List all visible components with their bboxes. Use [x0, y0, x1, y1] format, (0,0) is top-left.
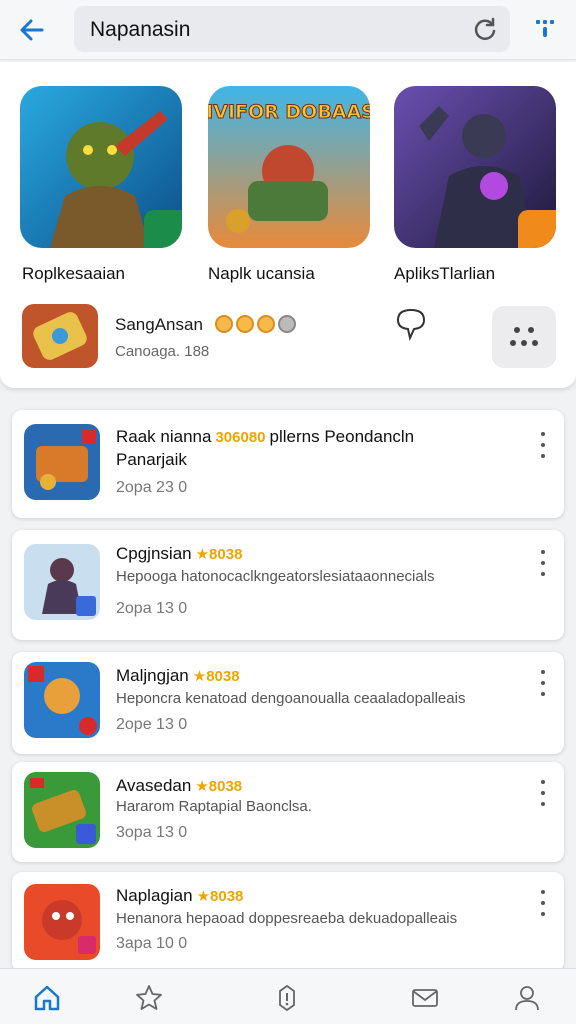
app-desc: Heponcra kenatoad dengoanoualla ceaalado…: [116, 690, 466, 707]
app-title: Maljngjan ★8038: [116, 666, 240, 686]
app-title: Raak nianna 306080 pllerns Peondancln: [116, 427, 414, 447]
featured-app-name-1[interactable]: Roplkesaaian: [22, 264, 125, 284]
star-icon[interactable]: [134, 983, 164, 1013]
app-desc: Henanora hepaoad doppesreaeba dekuadopal…: [116, 910, 458, 927]
more-vert-icon[interactable]: [536, 888, 550, 922]
notification-icon[interactable]: [272, 983, 302, 1013]
bottom-nav: [0, 968, 576, 1024]
app-meta: 2opa 13 0: [116, 600, 188, 617]
coin-badges: [215, 315, 296, 333]
shield-badge-icon: [144, 210, 182, 248]
app-desc: Hepooga hatonocaclkngeatorslesiataaonnec…: [116, 568, 435, 585]
more-dots-icon: [510, 327, 538, 346]
coin-icon: [278, 315, 296, 333]
app-title: Cpgjnsian ★8038: [116, 544, 242, 564]
game-art-icon: [24, 772, 100, 848]
list-item[interactable]: Avasedan ★8038 Hararom Raptapial Baonclsa…: [12, 762, 564, 862]
rating-stars: ★8038: [195, 546, 243, 563]
home-icon[interactable]: [32, 983, 62, 1013]
more-options-button[interactable]: [492, 306, 556, 368]
app-name: Cpgjnsian: [116, 544, 192, 563]
more-vert-icon[interactable]: [536, 668, 550, 702]
more-vert-icon[interactable]: [536, 548, 550, 582]
game-art-icon: [22, 304, 98, 368]
list-item[interactable]: Cpgjnsian ★8038 Hepooga hatonocaclkngeato…: [12, 530, 564, 640]
search-input[interactable]: Napanasin: [90, 18, 190, 42]
app-title-extra: pllerns Peondancln: [269, 427, 415, 446]
coin-icon: [257, 315, 275, 333]
app-meta: 2ope 13 0: [116, 716, 188, 733]
app-title: Naplagian ★8038: [116, 886, 243, 906]
game-art-icon: [24, 662, 100, 738]
app-icon: [24, 424, 100, 500]
list-item[interactable]: Raak nianna 306080 pllerns Peondancln Pana…: [12, 410, 564, 518]
app-name: Maljngjan: [116, 666, 189, 685]
app-name: Naplagian: [116, 886, 193, 905]
rating-stars: ★8038: [192, 668, 240, 685]
more-vert-icon[interactable]: [536, 778, 550, 812]
spotlight-app-icon[interactable]: [22, 304, 98, 368]
coin-icon: [215, 315, 233, 333]
app-icon: [24, 662, 100, 738]
mail-icon[interactable]: [410, 983, 440, 1013]
rating-stars: 306080: [215, 429, 266, 446]
back-arrow-icon[interactable]: [14, 12, 50, 48]
game-art-icon: [24, 544, 100, 620]
app-meta: 3apa 10 0: [116, 935, 188, 952]
app-meta: 3opa 13 0: [116, 824, 188, 841]
profile-icon[interactable]: [512, 983, 542, 1013]
featured-app-icon-3[interactable]: [394, 86, 556, 248]
list-item[interactable]: Naplagian ★8038 Henanora hepaoad doppesre…: [12, 872, 564, 972]
list-item[interactable]: Maljngjan ★8038 Heponcra kenatoad dengoan…: [12, 652, 564, 754]
reload-icon[interactable]: [472, 16, 498, 42]
app-title: Avasedan ★8038: [116, 776, 242, 796]
coin-icon: [236, 315, 254, 333]
top-bar: Napanasin: [0, 0, 576, 60]
featured-section: NIVIFOR DOBAASS Roplkesaaian Naplk ucans…: [0, 62, 576, 388]
rating-stars: ★8038: [195, 778, 243, 795]
game-art-icon: [24, 424, 100, 500]
app-name: Avasedan: [116, 776, 192, 795]
app-icon: [24, 772, 100, 848]
chat-bubble-icon[interactable]: [392, 306, 430, 342]
search-field[interactable]: Napanasin: [74, 6, 510, 52]
game-art-icon: NIVIFOR DOBAASS: [208, 86, 370, 248]
rating-stars: ★8038: [196, 888, 244, 905]
app-desc: Hararom Raptapial Baonclsa.: [116, 798, 312, 815]
app-icon: [24, 544, 100, 620]
spotlight-subtitle: Canoaga. 188: [115, 343, 210, 360]
spotlight-title[interactable]: SangAnsan: [115, 315, 203, 335]
featured-app-name-2[interactable]: Naplk ucansia: [208, 264, 315, 284]
featured-app-icon-2[interactable]: NIVIFOR DOBAASS: [208, 86, 370, 248]
app-desc: Panarjaik: [116, 450, 187, 469]
featured-app-name-3[interactable]: ApliksTlarlian: [394, 264, 495, 284]
featured-app-icon-1[interactable]: [20, 86, 182, 248]
app-meta: 2opa 23 0: [116, 479, 188, 496]
shield-badge-icon: [518, 210, 556, 248]
app-icon: [24, 884, 100, 960]
game-logo-text: NIVIFOR DOBAASS: [208, 101, 370, 123]
game-art-icon: [24, 884, 100, 960]
filter-icon[interactable]: [530, 14, 560, 44]
more-vert-icon[interactable]: [536, 430, 550, 464]
app-name: Raak nianna: [116, 427, 212, 446]
